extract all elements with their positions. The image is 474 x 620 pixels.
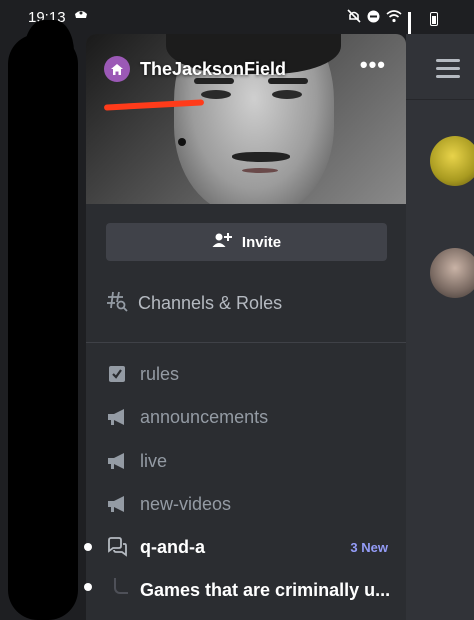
banner-photo-earring — [178, 138, 186, 146]
channel-name: q-and-a — [140, 536, 205, 557]
unread-indicator — [84, 583, 92, 591]
mute-icon — [347, 9, 361, 28]
status-icons — [347, 9, 438, 46]
channel-panel: TheJacksonField ••• Invite Channels & Ro… — [86, 34, 406, 620]
server-banner: TheJacksonField ••• — [86, 34, 406, 204]
battery-icon — [430, 11, 438, 26]
divider — [86, 342, 406, 343]
channel-name: live — [140, 450, 168, 471]
user-avatar[interactable] — [430, 136, 474, 186]
thread-name: Games that are criminally u... — [140, 580, 391, 600]
channel-name: announcements — [140, 406, 269, 427]
channel-item-new-videos[interactable]: new-videos — [106, 493, 396, 515]
server-name: TheJacksonField — [140, 58, 287, 79]
channel-name: rules — [140, 363, 180, 384]
channels-roles-label: Channels & Roles — [138, 293, 283, 313]
banner-photo-eye — [201, 90, 231, 99]
banner-photo-mustache — [232, 152, 290, 162]
hamburger-menu-icon[interactable] — [436, 59, 460, 83]
new-posts-badge: 3 New — [350, 539, 388, 555]
server-header[interactable]: TheJacksonField — [103, 56, 287, 111]
thread-item[interactable]: Games that are criminally u... — [140, 580, 400, 601]
chat-peek-panel[interactable] — [406, 34, 474, 620]
wifi-icon — [386, 9, 402, 28]
home-icon — [104, 56, 130, 82]
channel-item-announcements[interactable]: announcements — [106, 406, 396, 428]
more-options-button[interactable]: ••• — [360, 54, 386, 76]
browse-channels-icon — [106, 290, 128, 317]
unread-indicator — [84, 543, 92, 551]
redaction-mark — [8, 34, 78, 620]
chat-header — [406, 34, 474, 100]
megaphone-icon — [106, 450, 128, 472]
banner-photo-eye — [272, 90, 302, 99]
invite-label: Invite — [241, 233, 282, 251]
signal-icon — [408, 12, 424, 46]
thread-connector — [114, 578, 128, 594]
rules-icon — [106, 363, 128, 385]
add-user-icon — [212, 232, 232, 252]
channel-item-q-and-a[interactable]: q-and-a 3 New — [106, 536, 396, 558]
redaction-mark — [24, 20, 74, 100]
channels-roles-item[interactable]: Channels & Roles — [106, 290, 282, 317]
invite-button[interactable]: Invite — [106, 223, 387, 261]
user-avatar[interactable] — [430, 248, 474, 298]
channel-item-rules[interactable]: rules — [106, 363, 396, 385]
forum-icon — [106, 536, 128, 558]
channel-item-live[interactable]: live — [106, 450, 396, 472]
megaphone-icon — [106, 493, 128, 515]
dnd-icon — [367, 10, 380, 28]
status-bar: 19:13 — [0, 0, 474, 46]
notification-icon — [74, 9, 88, 24]
banner-photo-mouth — [242, 168, 278, 173]
channel-name: new-videos — [140, 493, 232, 514]
megaphone-icon — [106, 406, 128, 428]
